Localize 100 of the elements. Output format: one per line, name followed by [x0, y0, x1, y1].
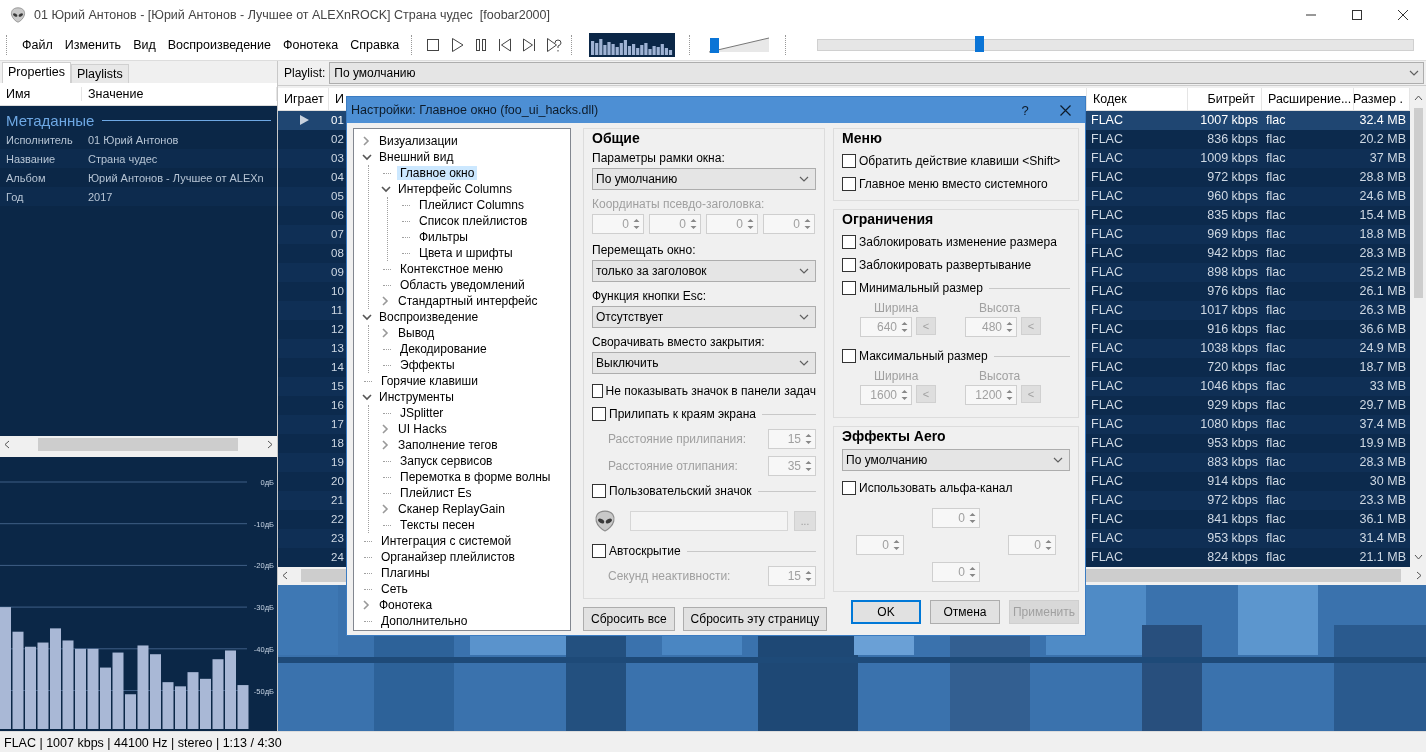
dropdown[interactable]: Выключить	[592, 352, 816, 374]
chevron-right-icon[interactable]	[362, 136, 370, 146]
dialog-button[interactable]: Сбросить все	[583, 607, 675, 631]
dropdown[interactable]: По умолчанию	[842, 449, 1070, 471]
tree-item[interactable]: Дополнительно	[378, 614, 471, 628]
tree-item[interactable]: Органайзер плейлистов	[378, 550, 518, 564]
tree-item[interactable]: JSplitter	[397, 406, 447, 420]
tree-item[interactable]: Плейлист Es	[397, 486, 475, 500]
tree-item[interactable]: Интеграция с системой	[378, 534, 515, 548]
table-cell-text: 23	[330, 531, 345, 547]
table-cell-text: FLAC	[1090, 188, 1124, 206]
menu-item[interactable]: Воспроизведение	[161, 38, 277, 52]
tree-item[interactable]: Перемотка в форме волны	[397, 470, 554, 484]
column-header[interactable]: Кодек	[1087, 87, 1188, 110]
scroll-thumb[interactable]	[1413, 107, 1423, 298]
checkbox[interactable]	[842, 235, 856, 249]
dialog-button[interactable]: OK	[851, 600, 921, 624]
dropdown[interactable]: По умолчанию	[592, 168, 816, 190]
checkbox-label: Прилипать к краям экрана	[609, 407, 756, 421]
menu-item[interactable]: Справка	[344, 38, 406, 52]
scroll-up-icon[interactable]	[1413, 93, 1423, 102]
tree-item[interactable]: Главное окно	[397, 166, 478, 180]
scroll-right-icon[interactable]	[267, 440, 273, 449]
column-header[interactable]: Расширение...	[1262, 87, 1354, 110]
chevron-down-icon[interactable]	[362, 313, 372, 321]
tree-item[interactable]: Сеть	[378, 582, 411, 596]
table-cell-text: 36.6 MB	[1358, 321, 1407, 339]
table-cell-text: FLAC	[1090, 397, 1124, 415]
tree-item[interactable]: Декодирование	[397, 342, 490, 356]
menu-item[interactable]: Изменить	[58, 38, 128, 52]
tree-item[interactable]: Сканер ReplayGain	[395, 502, 508, 516]
chevron-right-icon[interactable]	[381, 440, 389, 450]
tree-item[interactable]: Цвета и шрифты	[416, 246, 516, 260]
scroll-right-icon[interactable]	[1416, 570, 1422, 580]
tree-item[interactable]: Тексты песен	[397, 518, 478, 532]
chevron-right-icon[interactable]	[381, 424, 389, 434]
volume-thumb[interactable]	[709, 38, 719, 53]
dialog-button[interactable]: Сбросить эту страницу	[682, 607, 828, 631]
menu-item[interactable]: Файл	[16, 38, 59, 52]
scroll-down-icon[interactable]	[1413, 552, 1423, 561]
tree-item[interactable]: Визуализации	[376, 134, 461, 148]
tree-item[interactable]: Область уведомлений	[397, 278, 528, 292]
tree-item[interactable]: Запуск сервисов	[397, 454, 496, 468]
tree-item[interactable]: Заполнение тегов	[395, 438, 501, 452]
dropdown[interactable]: только за заголовок	[592, 260, 816, 282]
checkbox[interactable]	[592, 384, 603, 398]
dropdown[interactable]: Отсутствует	[592, 306, 816, 328]
group-title: Эффекты Aero	[842, 428, 947, 444]
column-header[interactable]: Битрейт	[1188, 87, 1262, 110]
tree-item[interactable]: Плагины	[378, 566, 433, 580]
column-header[interactable]: Играет	[278, 87, 329, 110]
checkbox[interactable]	[842, 481, 856, 495]
table-cell-text: 02	[330, 132, 345, 148]
checkbox[interactable]	[842, 154, 856, 168]
tab[interactable]: Properties	[2, 62, 71, 83]
menu-item[interactable]: Вид	[127, 38, 162, 52]
checkbox[interactable]	[592, 544, 606, 558]
table-cell-text: flac	[1265, 207, 1287, 225]
scroll-left-icon[interactable]	[282, 570, 288, 580]
seek-thumb[interactable]	[974, 36, 984, 52]
checkbox[interactable]	[842, 177, 856, 191]
chevron-right-icon[interactable]	[381, 504, 389, 514]
checkbox[interactable]	[592, 407, 606, 421]
checkbox[interactable]	[842, 281, 856, 295]
tree-item[interactable]: Вывод	[395, 326, 438, 340]
playlist-dropdown[interactable]: По умолчанию	[329, 61, 1424, 84]
tree-item[interactable]: Эффекты	[397, 358, 458, 372]
table-cell-text: 1009 kbps	[1199, 150, 1259, 168]
chevron-down-icon[interactable]	[362, 153, 372, 161]
tree-item[interactable]: Интерфейс Columns	[395, 182, 515, 196]
tree-item[interactable]: Внешний вид	[376, 150, 457, 164]
volume-slider[interactable]	[707, 34, 772, 56]
tree-item[interactable]: Плейлист Columns	[416, 198, 527, 212]
chevron-right-icon[interactable]	[381, 328, 389, 338]
tree-item[interactable]: Стандартный интерфейс	[395, 294, 541, 308]
tree-item[interactable]: Фонотека	[376, 598, 436, 612]
chevron-right-icon[interactable]	[362, 600, 370, 610]
table-cell-text: flac	[1265, 435, 1287, 453]
help-button[interactable]: ?	[1005, 102, 1045, 118]
table-cell-text: FLAC	[1090, 207, 1124, 225]
chevron-right-icon[interactable]	[381, 296, 389, 306]
tab[interactable]: Playlists	[71, 64, 129, 83]
chevron-down-icon[interactable]	[362, 393, 372, 401]
menu-item[interactable]: Фонотека	[276, 38, 345, 52]
tree-item[interactable]: Инструменты	[376, 390, 457, 404]
scroll-left-icon[interactable]	[4, 440, 10, 449]
tree-item[interactable]: Воспроизведение	[376, 310, 482, 324]
chevron-down-icon[interactable]	[381, 185, 391, 193]
tree-item[interactable]: Список плейлистов	[416, 214, 531, 228]
tree-item[interactable]: UI Hacks	[395, 422, 450, 436]
column-header[interactable]: Значение	[82, 87, 277, 101]
tree-item[interactable]: Горячие клавиши	[378, 374, 481, 388]
checkbox[interactable]	[842, 349, 856, 363]
column-header[interactable]: Имя	[0, 87, 82, 101]
table-cell-text: flac	[1265, 397, 1287, 415]
dialog-button[interactable]: Отмена	[930, 600, 1000, 624]
checkbox[interactable]	[592, 484, 606, 498]
checkbox[interactable]	[842, 258, 856, 272]
tree-item[interactable]: Контекстное меню	[397, 262, 507, 276]
tree-item[interactable]: Фильтры	[416, 230, 471, 244]
